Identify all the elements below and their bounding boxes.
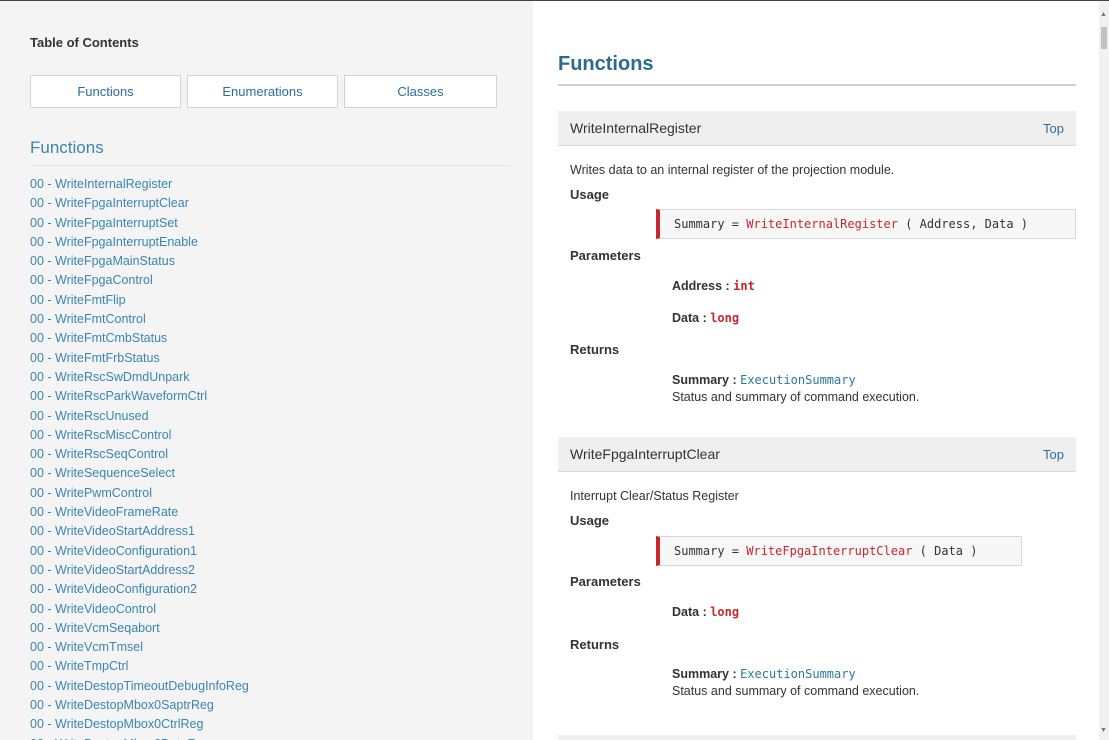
parameter-separator: :: [699, 311, 711, 325]
page-title: Functions: [558, 53, 654, 75]
parameter-type: long: [710, 605, 740, 619]
return-description: Status and summary of command execution.: [672, 390, 920, 404]
top-link[interactable]: Top: [1043, 121, 1064, 136]
function-link[interactable]: 00 - WriteDestopMbox0CtrlReg: [30, 715, 249, 734]
section-description: Interrupt Clear/Status Register: [570, 489, 739, 503]
function-link[interactable]: 00 - WriteVcmTmsel: [30, 638, 249, 657]
parameter-separator: :: [722, 279, 734, 293]
return-separator: :: [728, 667, 741, 681]
code-function-name: WriteFpgaInterruptClear: [746, 544, 913, 558]
usage-code-block: Summary = WriteInternalRegister ( Addres…: [656, 209, 1076, 239]
function-link[interactable]: 00 - WriteVideoStartAddress2: [30, 561, 249, 580]
function-link[interactable]: 00 - WritePwmControl: [30, 484, 249, 503]
parameter-name: Data: [672, 605, 700, 619]
function-link[interactable]: 00 - WriteFpgaInterruptSet: [30, 214, 249, 233]
vertical-scrollbar[interactable]: ▲ ▼: [1099, 1, 1109, 740]
scrollbar-thumb[interactable]: [1101, 27, 1107, 49]
parameter-data: Data : long: [672, 311, 739, 325]
code-prefix: Summary =: [674, 544, 747, 558]
scroll-up-icon[interactable]: ▲: [1100, 11, 1107, 19]
main-content: Functions WriteInternalRegister Top Writ…: [533, 1, 1099, 740]
code-arguments: ( Address, Data ): [897, 217, 1029, 231]
function-link[interactable]: 00 - WriteRscSwDmdUnpark: [30, 368, 249, 387]
function-link[interactable]: 00 - WriteFpgaMainStatus: [30, 252, 249, 271]
return-separator: :: [728, 373, 741, 387]
function-link[interactable]: 00 - WriteSequenceSelect: [30, 464, 249, 483]
return-value: Summary : ExecutionSummary: [672, 373, 856, 387]
function-link[interactable]: 00 - WriteVideoFrameRate: [30, 503, 249, 522]
function-link[interactable]: 00 - WriteVideoStartAddress1: [30, 522, 249, 541]
code-arguments: ( Data ): [912, 544, 978, 558]
sidebar-divider: [30, 165, 510, 166]
function-link[interactable]: 00 - WriteRscUnused: [30, 407, 249, 426]
function-section-writeinternalregister: WriteInternalRegister Top Writes data to…: [558, 111, 1076, 431]
function-link[interactable]: 00 - WriteRscSeqControl: [30, 445, 249, 464]
function-link[interactable]: 00 - WriteInternalRegister: [30, 175, 249, 194]
function-link[interactable]: 00 - WriteDestopMbox0SaptrReg: [30, 696, 249, 715]
top-link[interactable]: Top: [1043, 447, 1064, 462]
returns-label: Returns: [570, 342, 620, 357]
code-prefix: Summary =: [674, 217, 747, 231]
parameter-name: Address: [672, 279, 723, 293]
parameter-name: Data: [672, 311, 700, 325]
return-name: Summary: [672, 667, 729, 681]
return-type: ExecutionSummary: [740, 667, 856, 681]
section-function-name: WriteInternalRegister: [570, 120, 702, 136]
function-link[interactable]: 00 - WriteFmtControl: [30, 310, 249, 329]
function-section-next-header: [558, 735, 1076, 740]
table-of-contents-sidebar: Table of Contents Functions Enumerations…: [0, 1, 533, 740]
sidebar-functions-title: Functions: [30, 138, 104, 157]
parameters-label: Parameters: [570, 574, 641, 589]
function-link[interactable]: 00 - WriteDestopMbox0DataReg: [30, 735, 249, 740]
function-link[interactable]: 00 - WriteDestopTimeoutDebugInfoReg: [30, 677, 249, 696]
function-link[interactable]: 00 - WriteFmtCmbStatus: [30, 329, 249, 348]
parameter-separator: :: [699, 605, 711, 619]
function-link[interactable]: 00 - WriteFpgaInterruptEnable: [30, 233, 249, 252]
function-link[interactable]: 00 - WriteFmtFlip: [30, 291, 249, 310]
return-value: Summary : ExecutionSummary: [672, 667, 856, 681]
section-header: WriteInternalRegister Top: [558, 111, 1076, 146]
function-link[interactable]: 00 - WriteVideoControl: [30, 600, 249, 619]
code-function-name: WriteInternalRegister: [746, 217, 898, 231]
parameter-type: int: [733, 279, 755, 293]
return-name: Summary: [672, 373, 729, 387]
function-link[interactable]: 00 - WriteVideoConfiguration2: [30, 580, 249, 599]
toc-functions-button[interactable]: Functions: [30, 75, 181, 108]
toc-classes-button[interactable]: Classes: [344, 75, 497, 108]
parameters-label: Parameters: [570, 248, 641, 263]
section-function-name: WriteFpgaInterruptClear: [570, 446, 720, 462]
usage-code-block: Summary = WriteFpgaInterruptClear ( Data…: [656, 536, 1022, 566]
function-link-list: 00 - WriteInternalRegister 00 - WriteFpga…: [30, 175, 249, 740]
function-section-writefpgainterruptclear: WriteFpgaInterruptClear Top Interrupt Cl…: [558, 437, 1076, 727]
usage-label: Usage: [570, 187, 610, 202]
parameter-address: Address : int: [672, 279, 755, 293]
function-link[interactable]: 00 - WriteTmpCtrl: [30, 657, 249, 676]
parameter-data: Data : long: [672, 605, 739, 619]
returns-label: Returns: [570, 637, 620, 652]
toc-button-group: Functions Enumerations Classes: [30, 75, 497, 108]
function-link[interactable]: 00 - WriteVcmSeqabort: [30, 619, 249, 638]
function-link[interactable]: 00 - WriteVideoConfiguration1: [30, 542, 249, 561]
function-link[interactable]: 00 - WriteFmtFrbStatus: [30, 349, 249, 368]
usage-label: Usage: [570, 513, 610, 528]
toc-heading: Table of Contents: [30, 35, 139, 50]
parameter-type: long: [710, 311, 740, 325]
toc-enumerations-button[interactable]: Enumerations: [187, 75, 338, 108]
function-link[interactable]: 00 - WriteFpgaInterruptClear: [30, 194, 249, 213]
scroll-down-icon[interactable]: ▼: [1100, 727, 1107, 735]
title-divider: [558, 84, 1076, 86]
return-description: Status and summary of command execution.: [672, 684, 920, 698]
function-link[interactable]: 00 - WriteRscMiscControl: [30, 426, 249, 445]
function-link[interactable]: 00 - WriteFpgaControl: [30, 271, 249, 290]
section-description: Writes data to an internal register of t…: [570, 163, 895, 177]
return-type: ExecutionSummary: [740, 373, 856, 387]
section-header: WriteFpgaInterruptClear Top: [558, 437, 1076, 472]
function-link[interactable]: 00 - WriteRscParkWaveformCtrl: [30, 387, 249, 406]
